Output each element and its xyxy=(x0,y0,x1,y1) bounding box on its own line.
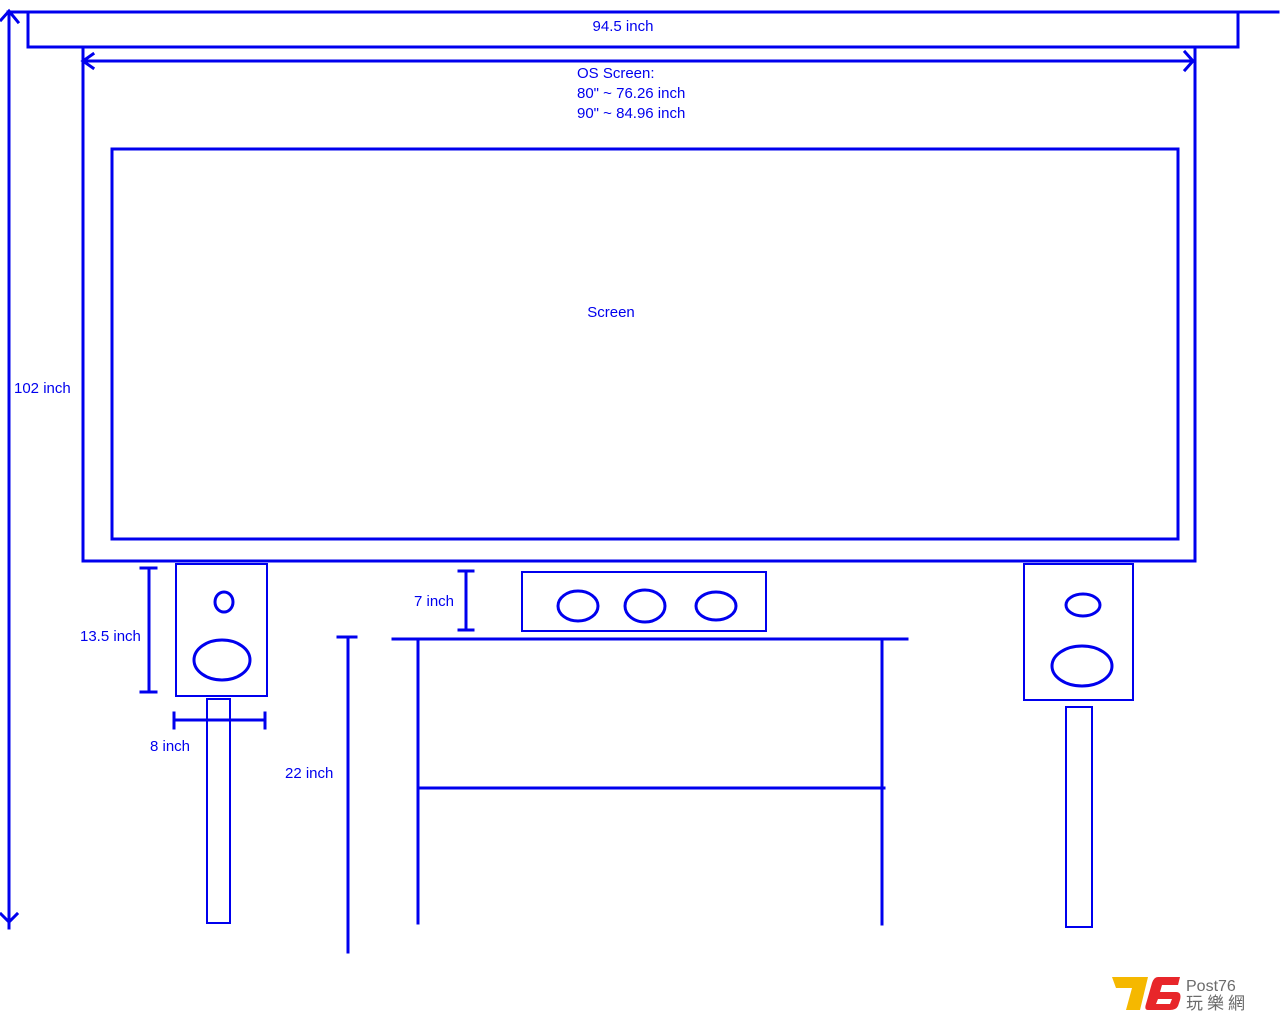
left-speaker xyxy=(175,563,268,697)
left-tweeter xyxy=(213,590,235,614)
left-stand xyxy=(206,698,231,924)
speaker-height-marker xyxy=(139,566,158,694)
total-height-label: 102 inch xyxy=(14,380,71,397)
logo-seven-icon xyxy=(1112,977,1148,1010)
total-height-arrow xyxy=(0,8,21,930)
center-driver-3 xyxy=(694,590,738,622)
speaker-width-label: 8 inch xyxy=(150,738,190,755)
logo-chinese-name: 玩樂網 xyxy=(1186,994,1249,1013)
speaker-width-marker xyxy=(172,711,267,730)
layout-diagram: 94.5 inch OS Screen: 80" ~ 76.26 inch 90… xyxy=(0,8,1280,1013)
screen-label: Screen xyxy=(587,304,635,321)
total-width-label: 94.5 inch xyxy=(593,18,654,35)
tv-table xyxy=(391,637,909,926)
logo-brand: Post76 xyxy=(1186,978,1236,995)
screen-frame xyxy=(81,45,1197,563)
logo-six-icon xyxy=(1145,977,1181,1010)
center-speaker-height-label: 7 inch xyxy=(414,593,454,610)
center-driver-2 xyxy=(623,588,667,624)
right-speaker xyxy=(1023,563,1134,701)
right-woofer xyxy=(1050,644,1114,688)
table-height-label: 22 inch xyxy=(285,765,333,782)
center-speaker-height-marker xyxy=(457,569,475,632)
os-screen-size-80: 80" ~ 76.26 inch xyxy=(577,85,685,102)
center-driver-1 xyxy=(556,589,600,623)
speaker-height-label: 13.5 inch xyxy=(80,628,141,645)
table-height-marker xyxy=(336,635,358,954)
right-stand xyxy=(1065,706,1093,928)
os-screen-size-90: 90" ~ 84.96 inch xyxy=(577,105,685,122)
post76-logo: Post76 玩樂網 xyxy=(1112,977,1249,1013)
left-woofer xyxy=(192,638,252,682)
screen-area xyxy=(110,147,1180,541)
right-tweeter xyxy=(1064,592,1102,618)
os-screen-title: OS Screen: xyxy=(577,65,655,82)
center-speaker xyxy=(521,571,767,632)
